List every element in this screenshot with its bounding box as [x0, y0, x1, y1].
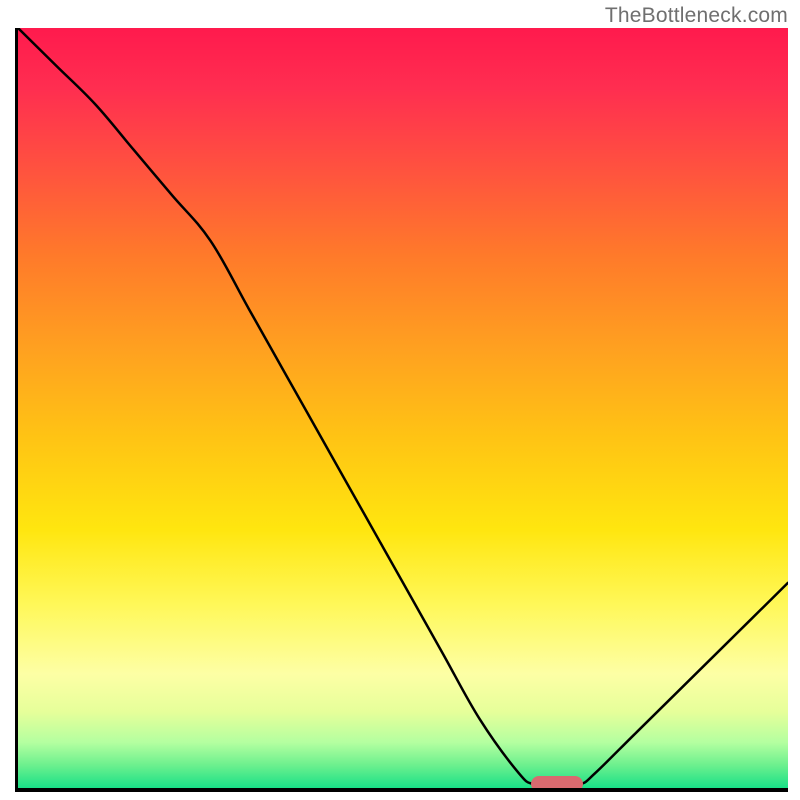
- chart-container: TheBottleneck.com: [0, 0, 800, 800]
- curve-svg: [18, 28, 788, 788]
- bottleneck-curve: [18, 28, 788, 785]
- watermark-text: TheBottleneck.com: [605, 4, 788, 28]
- plot-area: [15, 28, 788, 792]
- optimal-marker: [531, 776, 583, 792]
